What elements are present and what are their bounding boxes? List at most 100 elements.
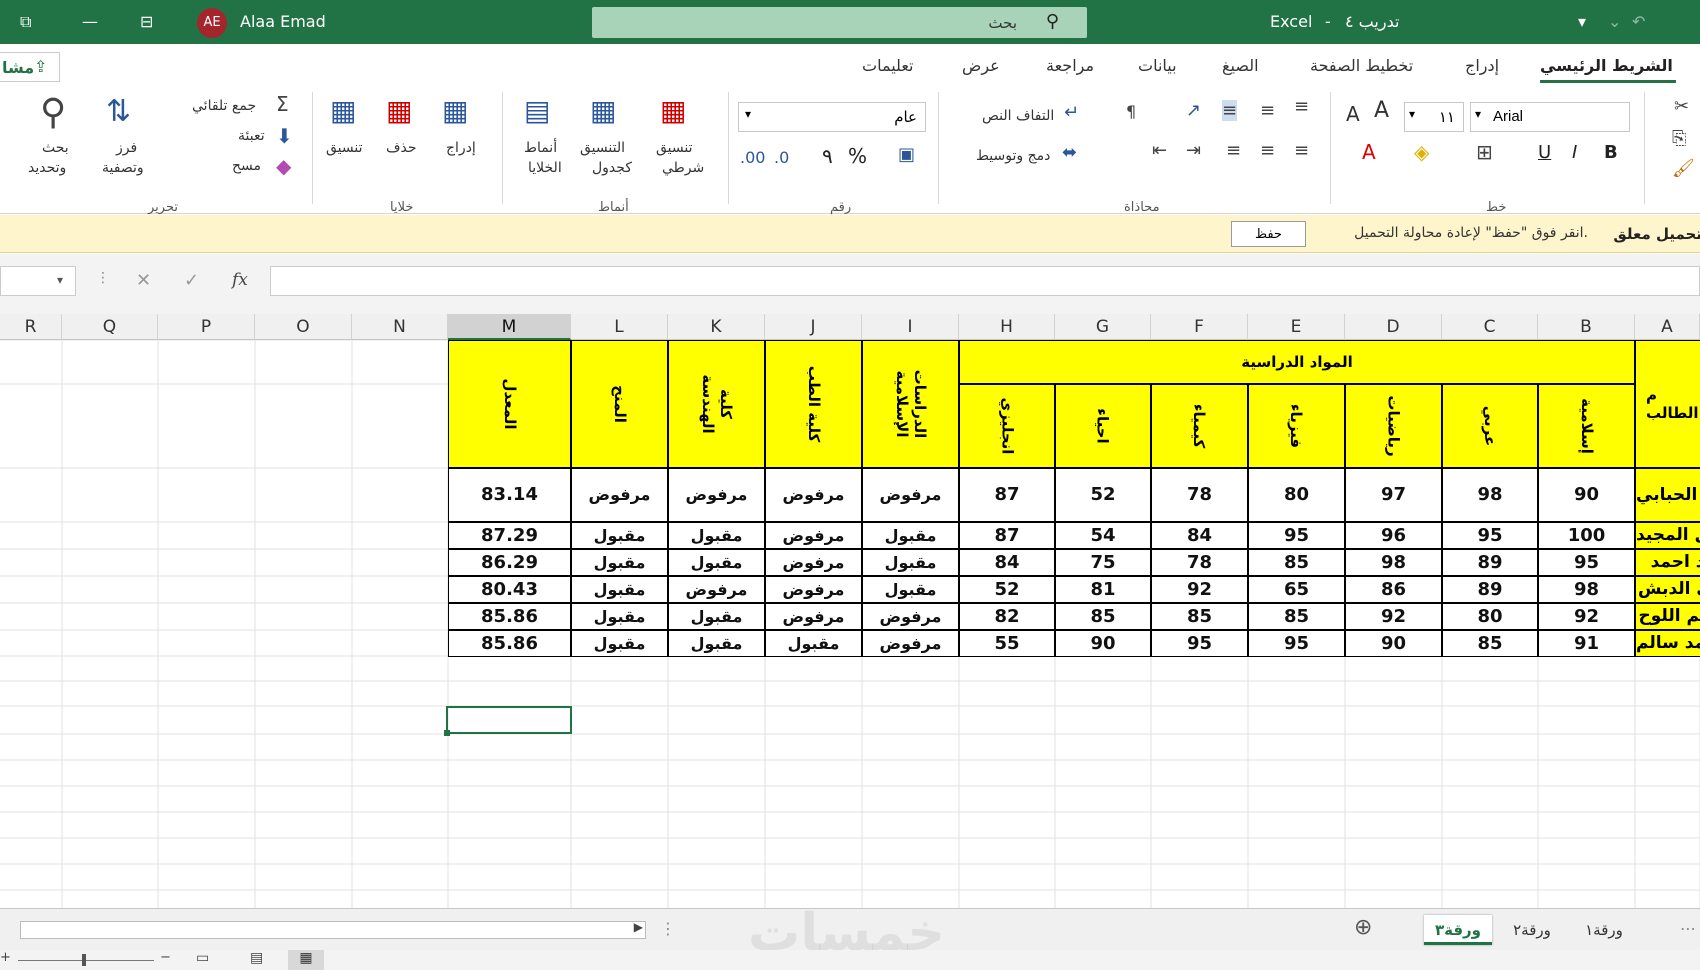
status-cell[interactable]: مقبول <box>571 630 668 657</box>
grade-cell[interactable]: 81 <box>1055 576 1151 603</box>
avatar[interactable]: AE <box>197 8 227 38</box>
minimize-icon[interactable]: — <box>82 12 98 31</box>
name-header[interactable]: م الطالب <box>1635 340 1700 468</box>
align-center-icon[interactable]: ≡ <box>1260 140 1275 161</box>
clear-button[interactable]: مسح <box>232 158 261 174</box>
increase-indent-icon[interactable]: ⇥ <box>1186 140 1201 161</box>
extra-header-2[interactable]: كلية الطب <box>765 340 862 468</box>
extra-header-1[interactable]: الدراسات الإسلامية <box>862 340 959 468</box>
column-header-g[interactable]: G <box>1055 314 1151 340</box>
orientation-icon[interactable]: ↗ <box>1186 100 1201 121</box>
tab-home[interactable]: الشريط الرئيسي <box>1540 56 1673 75</box>
grade-cell[interactable]: 84 <box>1151 522 1248 549</box>
scroll-right-icon[interactable]: ▶ <box>634 920 643 934</box>
wrap-text-button[interactable]: التفاف النص <box>982 108 1054 124</box>
grade-cell[interactable]: 95 <box>1248 522 1345 549</box>
search-box[interactable]: بحث ⚲ <box>592 7 1087 38</box>
extra-header-3[interactable]: كلية الهندسة <box>668 340 765 468</box>
grade-cell[interactable]: 80 <box>1442 603 1538 630</box>
find-select-label-2[interactable]: وتحديد <box>28 160 66 176</box>
align-right-icon[interactable]: ≡ <box>1294 140 1309 161</box>
column-header-k[interactable]: K <box>668 314 765 340</box>
column-header-e[interactable]: E <box>1248 314 1345 340</box>
average-cell[interactable]: 83.14 <box>448 468 571 522</box>
format-cells-icon[interactable]: ▦ <box>330 94 356 127</box>
worksheet-grid[interactable]: م الطالب المواد الدراسية إسلامية عربي رياضيا… <box>0 340 1700 908</box>
subject-header-4[interactable]: فيزياء <box>1248 384 1345 468</box>
format-table-icon[interactable]: ▦ <box>590 94 616 127</box>
conditional-format-label-2[interactable]: شرطي <box>662 160 704 176</box>
column-header-l[interactable]: L <box>571 314 668 340</box>
grade-cell[interactable]: 87 <box>959 522 1055 549</box>
grade-cell[interactable]: 90 <box>1055 630 1151 657</box>
status-cell[interactable]: مرفوض <box>765 549 862 576</box>
grade-cell[interactable]: 89 <box>1442 576 1538 603</box>
grade-cell[interactable]: 85 <box>1248 603 1345 630</box>
status-cell[interactable]: مرفوض <box>765 603 862 630</box>
average-cell[interactable]: 80.43 <box>448 576 571 603</box>
text-direction-icon[interactable]: ¶ <box>1126 102 1136 121</box>
status-cell[interactable]: مرفوض <box>668 468 765 522</box>
italic-icon[interactable]: I <box>1572 142 1577 163</box>
zoom-slider[interactable] <box>18 960 154 961</box>
grade-cell[interactable]: 78 <box>1151 468 1248 522</box>
grade-cell[interactable]: 98 <box>1538 576 1635 603</box>
column-header-n[interactable]: N <box>352 314 448 340</box>
grade-cell[interactable]: 55 <box>959 630 1055 657</box>
grade-cell[interactable]: 100 <box>1538 522 1635 549</box>
status-cell[interactable]: مرفوض <box>765 522 862 549</box>
number-format-dropdown[interactable]: عام ▾ <box>738 102 926 132</box>
column-header-h[interactable]: H <box>959 314 1055 340</box>
cell-styles-label-1[interactable]: أنماط <box>524 140 557 156</box>
tab-formulas[interactable]: الصيغ <box>1222 56 1259 75</box>
decrease-font-icon[interactable]: A <box>1346 102 1360 126</box>
merge-center-button[interactable]: دمج وتوسيط <box>976 148 1050 164</box>
grade-cell[interactable]: 95 <box>1248 630 1345 657</box>
column-header-m[interactable]: M <box>448 314 571 340</box>
grade-cell[interactable]: 85 <box>1442 630 1538 657</box>
status-cell[interactable]: مقبول <box>668 522 765 549</box>
grade-cell[interactable]: 91 <box>1538 630 1635 657</box>
cell-styles-icon[interactable]: ▤ <box>524 94 550 127</box>
status-cell[interactable]: مرفوض <box>862 468 959 522</box>
zoom-slider-thumb[interactable] <box>82 954 86 966</box>
tab-insert[interactable]: إدراج <box>1465 56 1499 75</box>
user-name[interactable]: Alaa Emad <box>240 12 326 31</box>
grade-cell[interactable]: 80 <box>1248 468 1345 522</box>
grade-cell[interactable]: 87 <box>959 468 1055 522</box>
share-button[interactable]: مشا ⇪ <box>0 52 60 82</box>
status-cell[interactable]: مقبول <box>571 603 668 630</box>
find-select-label-1[interactable]: بحث <box>42 140 69 156</box>
font-size-dropdown[interactable]: ١١ ▾ <box>1404 102 1464 132</box>
grade-cell[interactable]: 96 <box>1345 522 1442 549</box>
column-header-j[interactable]: J <box>765 314 862 340</box>
grade-cell[interactable]: 86 <box>1345 576 1442 603</box>
status-cell[interactable]: مقبول <box>571 549 668 576</box>
percent-icon[interactable]: % <box>848 144 867 168</box>
increase-decimal-icon[interactable]: .00 <box>740 148 765 167</box>
subject-header-7[interactable]: انجليزي <box>959 384 1055 468</box>
insert-function-icon[interactable]: fx <box>232 270 248 290</box>
status-cell[interactable]: مرفوض <box>765 576 862 603</box>
status-cell[interactable]: مرفوض <box>668 576 765 603</box>
column-header-d[interactable]: D <box>1345 314 1442 340</box>
column-header-b[interactable]: B <box>1538 314 1635 340</box>
delete-cells-icon[interactable]: ▦ <box>386 94 412 127</box>
student-name-cell[interactable]: ال المجيد <box>1635 522 1700 549</box>
extra-header-5[interactable]: المعدل <box>448 340 571 468</box>
grade-cell[interactable]: 54 <box>1055 522 1151 549</box>
grade-cell[interactable]: 98 <box>1345 549 1442 576</box>
borders-icon[interactable]: ⊞ <box>1476 140 1493 164</box>
status-cell[interactable]: مقبول <box>862 576 959 603</box>
grade-cell[interactable]: 97 <box>1345 468 1442 522</box>
save-button[interactable]: حفظ <box>1231 221 1306 247</box>
sort-filter-label-2[interactable]: وتصفية <box>102 160 144 176</box>
sheet-tab-2[interactable]: ورقة٢ <box>1500 915 1564 945</box>
status-cell[interactable]: مرفوض <box>862 630 959 657</box>
underline-icon[interactable]: U <box>1538 142 1551 163</box>
redo-icon[interactable]: ⌄ <box>1608 12 1621 31</box>
status-cell[interactable]: مقبول <box>862 549 959 576</box>
increase-font-icon[interactable]: A <box>1374 98 1389 123</box>
status-cell[interactable]: مرفوض <box>862 603 959 630</box>
decrease-decimal-icon[interactable]: .0 <box>774 148 789 167</box>
